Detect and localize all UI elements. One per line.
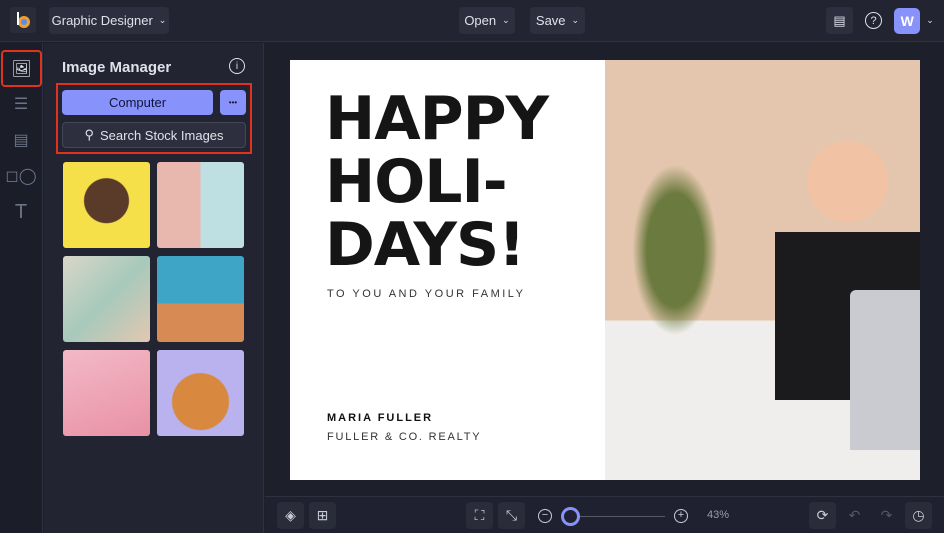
text-tab[interactable]: T xyxy=(8,199,34,225)
more-icon: ••• xyxy=(228,98,238,107)
image-thumbnail[interactable] xyxy=(63,256,150,342)
zoom-in-button[interactable]: + xyxy=(674,509,688,523)
zoom-slider[interactable] xyxy=(561,507,665,526)
adjustments-tab[interactable]: ☰ xyxy=(8,91,34,117)
graphics-tab[interactable]: ◻◯ xyxy=(5,163,37,189)
image-manager-panel: Image Manager i Computer ••• ⚲ Search Sto… xyxy=(44,43,264,533)
redo-button[interactable]: ↷ xyxy=(873,502,900,529)
contact-name: MARIA FULLER xyxy=(327,412,434,424)
image-thumbnail[interactable] xyxy=(157,350,244,436)
history-button[interactable]: ◷ xyxy=(905,502,932,529)
search-label: Search Stock Images xyxy=(99,127,224,143)
info-icon[interactable]: i xyxy=(229,58,245,74)
app-logo[interactable] xyxy=(10,7,36,33)
workspace-label: Graphic Designer xyxy=(51,13,153,28)
chevron-down-icon: ⌄ xyxy=(926,15,934,25)
shapes-icon: ◻◯ xyxy=(5,168,37,185)
headline-line: HOLI- xyxy=(325,147,508,217)
reset-button[interactable]: ⟳ xyxy=(809,502,836,529)
layers-button[interactable]: ◈ xyxy=(277,502,304,529)
top-bar: Graphic Designer ⌄ Open ⌄ Save ⌄ ▤ ? W ⌄ xyxy=(0,0,944,42)
chevron-down-icon: ⌄ xyxy=(571,15,580,25)
photo-woman-laptop xyxy=(605,60,920,480)
account-menu[interactable]: W ⌄ xyxy=(893,7,935,34)
computer-upload-button[interactable]: Computer xyxy=(62,90,213,115)
zoom-percentage: 43% xyxy=(707,509,730,521)
laptop xyxy=(850,290,920,450)
redo-icon: ↷ xyxy=(880,507,893,523)
actual-size-button[interactable]: ⤡ xyxy=(498,502,525,529)
grid-button[interactable]: ⊞ xyxy=(309,502,336,529)
grid-icon: ⊞ xyxy=(316,507,329,523)
tool-rail: 🖼︎ ☰ ▤ ◻◯ T xyxy=(0,43,43,533)
computer-label: Computer xyxy=(108,95,167,110)
help-button[interactable]: ? xyxy=(860,7,887,34)
company-name: FULLER & CO. REALTY xyxy=(327,431,482,443)
undo-button[interactable]: ↶ xyxy=(841,502,868,529)
bottom-toolbar: ◈ ⊞ ⛶ ⤡ − + 43% ⟳ ↶ ↷ ◷ xyxy=(265,496,944,533)
fit-screen-button[interactable]: ⛶ xyxy=(466,502,493,529)
search-stock-images-button[interactable]: ⚲ Search Stock Images xyxy=(62,122,246,148)
save-label: Save xyxy=(535,13,566,28)
avatar: W xyxy=(894,7,921,34)
refresh-icon: ⟳ xyxy=(816,507,829,523)
zoom-out-button[interactable]: − xyxy=(538,509,552,523)
headline-line: HAPPY xyxy=(325,84,549,154)
image-thumbnail[interactable] xyxy=(157,256,244,342)
chevron-down-icon: ⌄ xyxy=(502,15,510,25)
sliders-icon: ☰ xyxy=(13,96,29,113)
image-manager-tab[interactable]: 🖼︎ xyxy=(1,50,42,87)
image-thumbnail[interactable] xyxy=(63,162,150,248)
workspace-dropdown[interactable]: Graphic Designer ⌄ xyxy=(49,7,169,34)
layout-icon: ▤ xyxy=(13,132,29,149)
save-button[interactable]: Save ⌄ xyxy=(530,7,585,34)
open-label: Open xyxy=(464,13,497,28)
layout-tab[interactable]: ▤ xyxy=(8,127,34,153)
design-canvas[interactable]: HAPPY HOLI- DAYS! TO YOU AND YOUR FAMILY… xyxy=(290,60,920,480)
undo-icon: ↶ xyxy=(848,507,861,523)
headline: HAPPY HOLI- DAYS! xyxy=(325,84,549,280)
expand-icon: ⛶ xyxy=(474,507,485,523)
open-button[interactable]: Open ⌄ xyxy=(459,7,515,34)
history-icon: ◷ xyxy=(912,507,925,523)
image-icon: 🖼︎ xyxy=(11,60,32,78)
subtitle: TO YOU AND YOUR FAMILY xyxy=(327,288,526,300)
headline-line: DAYS! xyxy=(325,210,526,280)
more-options-button[interactable]: ••• xyxy=(220,90,246,115)
search-icon: ⚲ xyxy=(84,127,94,142)
layers-icon: ◈ xyxy=(285,507,296,523)
image-thumbnail[interactable] xyxy=(63,350,150,436)
help-icon: ? xyxy=(865,12,882,29)
chevron-down-icon: ⌄ xyxy=(158,15,167,25)
logo-icon xyxy=(17,12,30,28)
plant xyxy=(625,150,725,350)
text-icon: T xyxy=(14,200,28,223)
collapse-icon: ⤡ xyxy=(505,507,518,523)
comments-button[interactable]: ▤ xyxy=(826,7,853,34)
image-thumbnail[interactable] xyxy=(157,162,244,248)
panel-title: Image Manager xyxy=(62,59,172,76)
comment-icon: ▤ xyxy=(833,12,846,28)
zoom-slider-handle[interactable] xyxy=(561,507,581,526)
